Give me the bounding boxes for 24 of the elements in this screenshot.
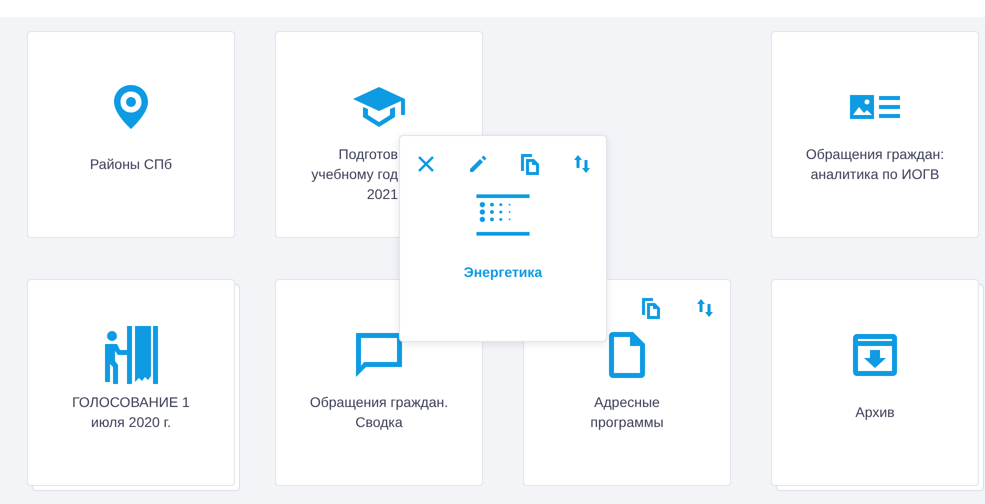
close-icon (417, 155, 435, 173)
tile-card[interactable]: Обращения граждан: аналитика по ИОГВ (771, 31, 979, 238)
file-icon (607, 330, 647, 380)
image-list-icon (848, 92, 902, 122)
sort-arrows-icon (574, 154, 590, 174)
graduation-cap-icon (351, 85, 407, 129)
tile-title: Архив (855, 403, 895, 422)
location-pin-icon (111, 83, 151, 131)
archive-download-icon (852, 332, 898, 378)
tile-title: Адресные программы (590, 393, 664, 432)
pencil-icon (468, 154, 488, 174)
copy-icon (519, 152, 541, 176)
sort-arrows-icon (697, 298, 713, 318)
tile-card[interactable]: Районы СПб (27, 31, 235, 238)
tile-title: Обращения граждан: аналитика по ИОГВ (806, 145, 944, 184)
tile-title: Подготов учебному год 2021 (310, 145, 398, 204)
tile-title: Энергетика (464, 263, 542, 282)
tile-title: ГОЛОСОВАНИЕ 1 июля 2020 г. (72, 393, 190, 432)
chat-bubble-icon (354, 331, 404, 379)
voting-booth-icon (103, 324, 159, 386)
tile-title: Обращения граждан. Сводка (310, 393, 448, 432)
tile-title: Районы СПб (90, 155, 172, 174)
copy-button[interactable] (518, 151, 542, 177)
copy-icon (640, 296, 662, 320)
